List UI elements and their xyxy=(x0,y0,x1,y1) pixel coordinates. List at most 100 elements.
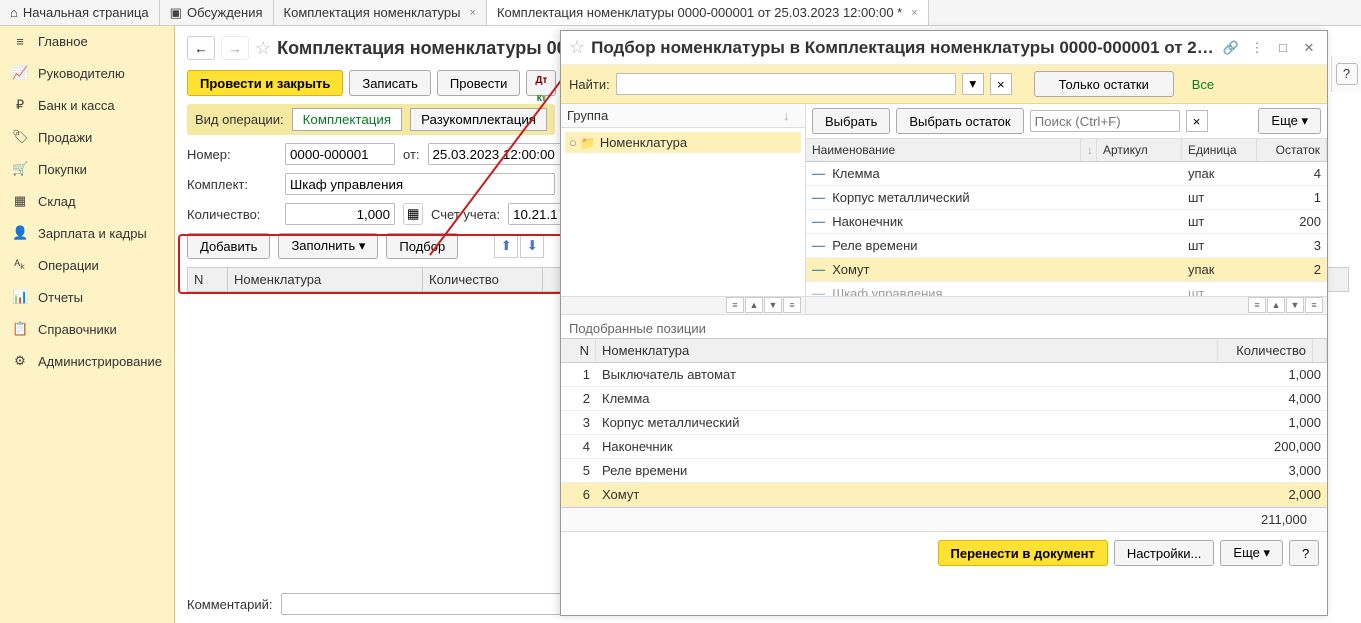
settings-button[interactable]: Настройки... xyxy=(1114,540,1215,566)
tab-home[interactable]: Начальная страница xyxy=(0,0,160,25)
complect-button[interactable]: Комплектация xyxy=(292,108,402,131)
close-icon[interactable]: × xyxy=(911,7,917,19)
sidebar-item-warehouse[interactable]: ▦Склад xyxy=(0,185,174,217)
maximize-icon[interactable]: □ xyxy=(1273,40,1293,55)
dtkt-button[interactable]: ДтКт xyxy=(526,70,556,96)
sidebar-item-salary[interactable]: 👤 Зарплата и кадры xyxy=(0,217,174,249)
pick-button[interactable]: Подбор xyxy=(386,233,458,259)
comment-input[interactable] xyxy=(281,593,561,615)
sort-top-button[interactable]: ≡ xyxy=(726,297,744,313)
col-name[interactable]: Наименование xyxy=(806,139,1081,161)
sidebar-item-admin[interactable]: ⚙Администрирование xyxy=(0,345,174,377)
sidebar-item-sales[interactable]: 🏷Продажи xyxy=(0,121,174,153)
date-input[interactable] xyxy=(428,143,568,165)
favorite-icon[interactable] xyxy=(569,37,585,58)
close-icon[interactable]: ✕ xyxy=(1299,40,1319,56)
sort-down-button[interactable]: ▼ xyxy=(1286,297,1304,313)
kit-label: Комплект: xyxy=(187,177,277,192)
link-icon[interactable]: 🔗 xyxy=(1221,40,1241,56)
nav-forward-button[interactable]: → xyxy=(221,36,249,60)
picked-row[interactable]: 6Хомут2,000 xyxy=(561,483,1327,507)
picked-row[interactable]: 1Выключатель автомат1,000 xyxy=(561,363,1327,387)
move-up-button[interactable]: ⬆ xyxy=(494,234,518,258)
number-input[interactable] xyxy=(285,143,395,165)
save-button[interactable]: Записать xyxy=(349,70,431,96)
tab-doc2[interactable]: Комплектация номенклатуры 0000-000001 от… xyxy=(487,0,929,25)
favorite-icon[interactable] xyxy=(255,38,271,59)
decomplect-button[interactable]: Разукомплектация xyxy=(410,108,547,131)
picked-row[interactable]: 4Наконечник200,000 xyxy=(561,435,1327,459)
sidebar-item-operations[interactable]: ᴬₖОперации xyxy=(0,249,174,281)
search-input[interactable] xyxy=(1030,110,1180,132)
sort-icon[interactable]: ↓ xyxy=(1081,139,1097,161)
select-rest-button[interactable]: Выбрать остаток xyxy=(896,108,1023,134)
find-label: Найти: xyxy=(569,77,610,92)
sort-bottom-button[interactable]: ≡ xyxy=(783,297,801,313)
sidebar-item-main[interactable]: ≡Главное xyxy=(0,26,174,57)
dtkt-icon: ᴬₖ xyxy=(12,257,28,273)
sidebar-item-reports[interactable]: 📊Отчеты xyxy=(0,281,174,313)
help-button[interactable]: ? xyxy=(1336,63,1358,85)
clipboard-icon: 📋 xyxy=(12,321,28,337)
item-icon xyxy=(812,214,825,229)
move-down-button[interactable]: ⬇ xyxy=(520,234,544,258)
person-icon: 👤 xyxy=(12,225,28,241)
catalog-row[interactable]: Клеммаупак4 xyxy=(806,162,1327,186)
col-article[interactable]: Артикул xyxy=(1097,139,1182,161)
sort-bottom-button[interactable]: ≡ xyxy=(1305,297,1323,313)
picked-row[interactable]: 2Клемма4,000 xyxy=(561,387,1327,411)
tree-root[interactable]: ○ Номенклатура xyxy=(565,132,801,153)
catalog-row[interactable]: Шкаф управленияшт xyxy=(806,282,1327,296)
col-qty: Количество xyxy=(1218,339,1313,362)
sidebar-label: Зарплата и кадры xyxy=(38,226,147,241)
more-button[interactable]: Еще ▾ xyxy=(1258,108,1321,134)
calc-button[interactable]: ▦ xyxy=(403,203,423,225)
sidebar-item-manager[interactable]: 📈Руководителю xyxy=(0,57,174,89)
sort-down-button[interactable]: ▼ xyxy=(764,297,782,313)
comment-label: Комментарий: xyxy=(187,597,273,612)
sidebar-item-bank[interactable]: ₽Банк и касса xyxy=(0,89,174,121)
catalog-row[interactable]: Наконечникшт200 xyxy=(806,210,1327,234)
more-button[interactable]: Еще ▾ xyxy=(1220,540,1283,566)
dropdown-button[interactable]: ▾ xyxy=(962,73,984,95)
picked-row[interactable]: 3Корпус металлический1,000 xyxy=(561,411,1327,435)
transfer-button[interactable]: Перенести в документ xyxy=(938,540,1108,566)
post-button[interactable]: Провести xyxy=(437,70,521,96)
fill-button[interactable]: Заполнить ▾ xyxy=(278,233,378,259)
clear-button[interactable]: × xyxy=(990,73,1012,95)
total-value: 211,000 xyxy=(1218,508,1313,531)
catalog-row[interactable]: Хомутупак2 xyxy=(806,258,1327,282)
picked-row[interactable]: 5Реле времени3,000 xyxy=(561,459,1327,483)
sidebar-item-purchases[interactable]: 🛒Покупки xyxy=(0,153,174,185)
kit-input[interactable] xyxy=(285,173,555,195)
col-rest[interactable]: Остаток xyxy=(1257,139,1327,161)
sidebar-label: Главное xyxy=(38,34,88,49)
sidebar-item-catalogs[interactable]: 📋Справочники xyxy=(0,313,174,345)
sort-icon[interactable]: ↓ xyxy=(783,108,799,123)
tab-label: Комплектация номенклатуры xyxy=(284,5,461,20)
col-unit[interactable]: Единица xyxy=(1182,139,1257,161)
tab-discussions[interactable]: Обсуждения xyxy=(160,0,274,25)
nav-back-button[interactable]: ← xyxy=(187,36,215,60)
add-button[interactable]: Добавить xyxy=(187,233,270,259)
cart-icon: 🛒 xyxy=(12,161,28,177)
item-icon xyxy=(812,166,825,181)
post-and-close-button[interactable]: Провести и закрыть xyxy=(187,70,343,96)
more-icon[interactable]: ⋮ xyxy=(1247,40,1267,56)
col-n: N xyxy=(188,268,228,291)
clear-search-button[interactable]: × xyxy=(1186,110,1208,132)
qty-input[interactable] xyxy=(285,203,395,225)
help-button[interactable]: ? xyxy=(1289,540,1319,566)
only-stock-button[interactable]: Только остатки xyxy=(1034,71,1174,97)
tab-doc1[interactable]: Комплектация номенклатуры × xyxy=(274,0,487,25)
close-icon[interactable]: × xyxy=(470,7,476,19)
select-button[interactable]: Выбрать xyxy=(812,108,890,134)
catalog-row[interactable]: Корпус металлическийшт1 xyxy=(806,186,1327,210)
sort-up-button[interactable]: ▲ xyxy=(745,297,763,313)
find-input[interactable] xyxy=(616,73,956,95)
sort-up-button[interactable]: ▲ xyxy=(1267,297,1285,313)
gear-icon: ⚙ xyxy=(12,353,28,369)
catalog-row[interactable]: Реле временишт3 xyxy=(806,234,1327,258)
all-link[interactable]: Все xyxy=(1180,77,1226,92)
sort-top-button[interactable]: ≡ xyxy=(1248,297,1266,313)
